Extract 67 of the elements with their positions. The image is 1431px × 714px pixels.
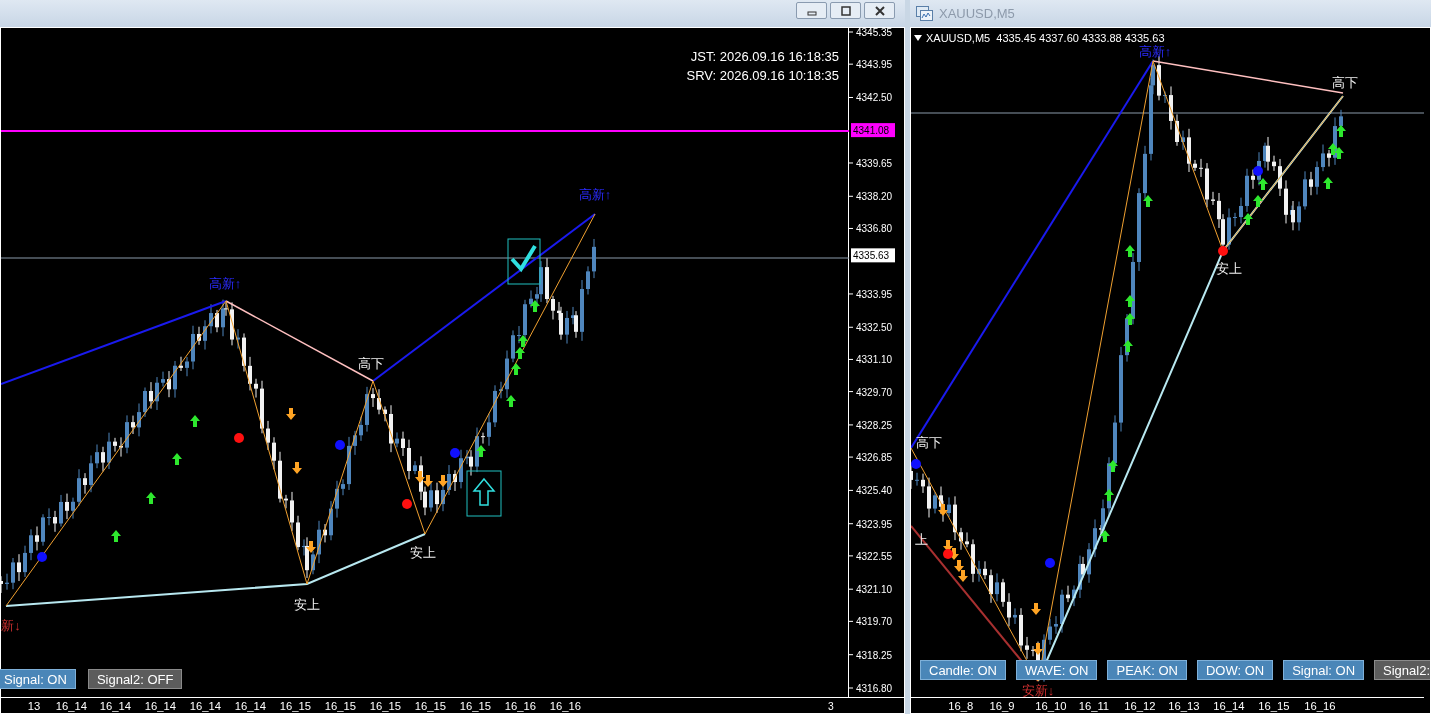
time-tick: 16_16: [549, 700, 582, 713]
toggle-button[interactable]: Candle: ON: [920, 660, 1006, 680]
price-tick: 4343.95: [856, 59, 893, 71]
price-tick: 4318.25: [856, 649, 893, 661]
price-tick: 4321.10: [856, 584, 893, 596]
wave-label: 安上: [1216, 261, 1242, 276]
price-tick: 4328.25: [856, 419, 893, 431]
wave-label: 高新↑: [208, 276, 242, 291]
toggle-button[interactable]: Signal: ON: [0, 669, 76, 689]
time-tick: 16_15: [414, 700, 447, 713]
wave-label: 安新↓: [1021, 683, 1055, 697]
time-tick: 16_15: [1258, 700, 1290, 713]
toggle-button[interactable]: WAVE: ON: [1015, 660, 1098, 680]
price-tick: 4333.95: [856, 288, 893, 300]
price-tag: 4335.63: [851, 248, 895, 263]
time-tick: 16_14: [144, 700, 177, 713]
toggle-button[interactable]: Signal2:: [1374, 660, 1430, 680]
axis-corner-text: 3: [827, 701, 834, 713]
window-title: XAUUSD,M5: [939, 4, 1015, 23]
price-tick: 4332.50: [856, 322, 893, 334]
time-tick: 16_12: [1124, 700, 1156, 713]
toggle-button[interactable]: Signal: ON: [1283, 660, 1365, 680]
toggle-button[interactable]: PEAK: ON: [1107, 660, 1187, 680]
time-tick: 16_8: [948, 700, 974, 713]
price-tick: 4338.20: [856, 191, 893, 203]
wave-label: 高新↑: [1138, 44, 1172, 59]
price-tick: 4342.50: [856, 92, 893, 104]
wave-label: 高下: [358, 356, 384, 371]
toggle-button[interactable]: DOW: ON: [1196, 660, 1274, 680]
time-tick: 16_11: [1078, 700, 1110, 713]
wave-label: 安上: [410, 545, 436, 560]
time-tick: 13: [27, 700, 41, 713]
time-tick: 16_14: [99, 700, 132, 713]
symbol-info: XAUUSD,M5 4335.45 4337.60 4333.88 4335.63: [926, 31, 1165, 45]
price-tick: 4339.65: [856, 157, 893, 169]
wave-label: 安上: [294, 597, 320, 612]
wave-label: 高下: [916, 435, 942, 450]
price-tag: 4341.08: [851, 123, 895, 138]
wave-label: 高下: [1332, 75, 1358, 90]
time-tick: 16_15: [369, 700, 402, 713]
price-tick: 4316.80: [856, 683, 893, 694]
time-tick: 16_14: [55, 700, 88, 713]
price-tick: 4319.70: [856, 616, 893, 628]
time-tick: 16_16: [1304, 700, 1336, 713]
wave-label: 高新↑: [578, 187, 612, 202]
time-tick: 16_15: [459, 700, 492, 713]
price-tick: 4329.70: [856, 386, 893, 398]
time-tick: 16_14: [189, 700, 222, 713]
time-tick: 16_14: [1213, 700, 1245, 713]
clock-text: SRV: 2026.09.16 10:18:35: [686, 68, 839, 83]
price-tick: 4323.95: [856, 518, 893, 530]
price-tick: 4336.80: [856, 223, 893, 235]
time-tick: 16_15: [324, 700, 357, 713]
price-tick: 4322.55: [856, 550, 893, 562]
clock-text: JST: 2026.09.16 16:18:35: [690, 49, 839, 64]
price-tick: 4345.35: [856, 28, 893, 38]
time-tick: 16_10: [1035, 700, 1067, 713]
time-tick: 16_15: [279, 700, 312, 713]
time-tick: 16_14: [234, 700, 267, 713]
wave-label: 新↓: [1, 618, 21, 633]
price-tick: 4325.40: [856, 485, 893, 497]
price-tick: 4331.10: [856, 354, 893, 366]
time-tick: 16_16: [504, 700, 537, 713]
time-tick: 16_9: [989, 700, 1015, 713]
toggle-button[interactable]: Signal2: OFF: [87, 669, 183, 689]
time-tick: 16_13: [1168, 700, 1200, 713]
price-tick: 4326.85: [856, 452, 893, 464]
